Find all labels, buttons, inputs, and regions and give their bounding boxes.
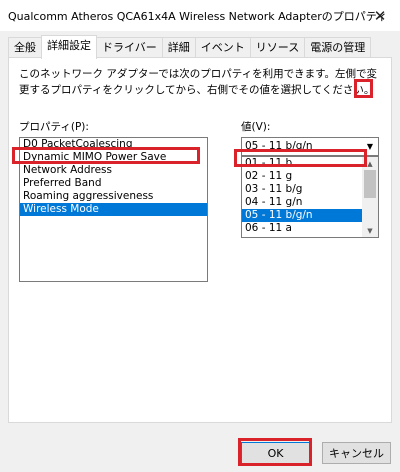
title-bar: Qualcomm Atheros QCA61x4A Wireless Netwo…	[0, 0, 400, 31]
chevron-down-icon[interactable]: ▼	[362, 138, 378, 155]
property-item[interactable]: Preferred Band	[20, 177, 207, 190]
tab-events[interactable]: イベント	[194, 37, 251, 58]
value-combobox-text: 05 - 11 b/g/n	[245, 140, 313, 152]
tab-resources[interactable]: リソース	[249, 37, 306, 58]
value-option-selected[interactable]: 05 - 11 b/g/n	[242, 209, 363, 222]
value-option[interactable]: 02 - 11 g	[242, 170, 363, 183]
tab-strip: 全般 詳細設定 ドライバー 詳細 イベント リソース 電源の管理	[8, 35, 372, 59]
property-item[interactable]: D0 PacketCoalescing	[20, 138, 207, 151]
tab-general[interactable]: 全般	[8, 37, 42, 58]
properties-dialog: Qualcomm Atheros QCA61x4A Wireless Netwo…	[0, 0, 400, 472]
property-item[interactable]: Dynamic MIMO Power Save	[20, 151, 207, 164]
scroll-up-icon[interactable]: ▲	[362, 157, 378, 170]
property-item-wireless-mode[interactable]: Wireless Mode	[20, 203, 207, 216]
cancel-button[interactable]: キャンセル	[322, 442, 391, 464]
property-label: プロパティ(P):	[19, 121, 89, 133]
value-dropdown-list[interactable]: 01 - 11 b 02 - 11 g 03 - 11 b/g 04 - 11 …	[241, 156, 379, 238]
ok-button[interactable]: OK	[241, 442, 310, 464]
value-combobox[interactable]: 05 - 11 b/g/n ▼	[241, 137, 379, 156]
tab-power-management[interactable]: 電源の管理	[304, 37, 372, 58]
property-item[interactable]: Network Address	[20, 164, 207, 177]
tab-driver[interactable]: ドライバー	[96, 37, 163, 58]
window-title: Qualcomm Atheros QCA61x4A Wireless Netwo…	[8, 10, 388, 23]
property-list[interactable]: D0 PacketCoalescing Dynamic MIMO Power S…	[19, 137, 208, 282]
close-icon[interactable]: ✕	[360, 0, 400, 31]
description-text: このネットワーク アダプターでは次のプロパティを利用できます。左側で変更するプロ…	[19, 68, 378, 96]
value-label: 値(V):	[241, 121, 271, 133]
value-option[interactable]: 04 - 11 g/n	[242, 196, 363, 209]
dropdown-scrollbar[interactable]: ▲ ▼	[362, 157, 378, 237]
advanced-content: このネットワーク アダプターでは次のプロパティを利用できます。左側で変更するプロ…	[8, 57, 392, 423]
value-option[interactable]: 01 - 11 b	[242, 157, 363, 170]
tab-advanced[interactable]: 詳細設定	[41, 35, 97, 59]
tab-details[interactable]: 詳細	[161, 37, 196, 58]
value-option[interactable]: 06 - 11 a	[242, 222, 363, 235]
property-item[interactable]: Roaming aggressiveness	[20, 190, 207, 203]
value-option[interactable]: 03 - 11 b/g	[242, 183, 363, 196]
scroll-down-icon[interactable]: ▼	[362, 224, 378, 237]
scroll-thumb[interactable]	[364, 170, 376, 198]
